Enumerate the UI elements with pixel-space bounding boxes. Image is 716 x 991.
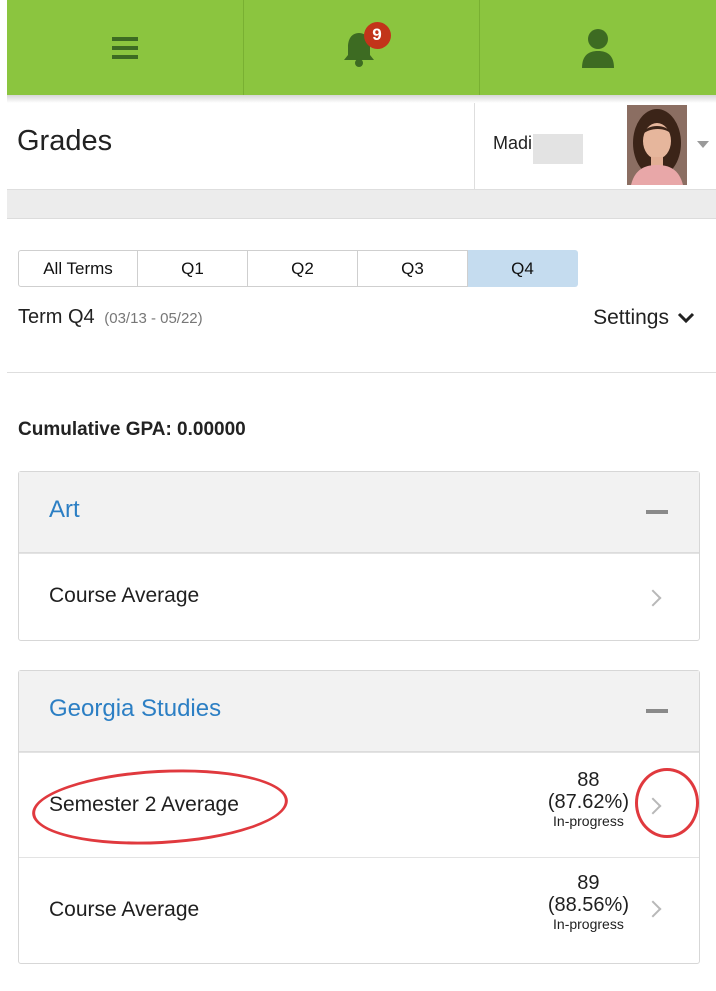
header-separator (7, 190, 716, 219)
divider (7, 372, 716, 373)
settings-label: Settings (593, 306, 669, 329)
profile-button[interactable] (479, 0, 716, 95)
grade-score: 88 (87.62%) In-progress (548, 769, 629, 830)
redacted-name (533, 134, 583, 164)
user-selector[interactable]: Madi (474, 103, 716, 189)
course-card-georgia-studies: Georgia Studies Semester 2 Average 88 (8… (18, 670, 700, 964)
settings-dropdown[interactable]: Settings (593, 306, 695, 330)
grade-score: 89 (88.56%) In-progress (548, 872, 629, 933)
term-label: Term Q4 (18, 306, 95, 328)
grade-row[interactable]: Semester 2 Average 88 (87.62%) In-progre… (19, 752, 699, 857)
chevron-right-icon[interactable] (644, 589, 662, 607)
top-nav-bar: 9 (7, 0, 716, 95)
tab-q2[interactable]: Q2 (248, 250, 358, 287)
notification-count-badge: 9 (363, 21, 391, 49)
current-term: Term Q4 (03/13 - 05/22) (18, 306, 203, 329)
course-card-art: Art Course Average (18, 471, 700, 641)
term-tabs: All Terms Q1 Q2 Q3 Q4 (18, 250, 578, 287)
tab-q3[interactable]: Q3 (358, 250, 468, 287)
tab-q4[interactable]: Q4 (468, 250, 578, 287)
term-dates: (03/13 - 05/22) (104, 310, 203, 327)
collapse-icon[interactable] (646, 709, 668, 713)
chevron-down-icon (677, 312, 695, 324)
course-title[interactable]: Georgia Studies (49, 695, 221, 723)
score-status: In-progress (553, 916, 624, 932)
course-header[interactable]: Art (19, 472, 699, 553)
grade-row[interactable]: Course Average 89 (88.56%) In-progress (19, 857, 699, 962)
score-value: 89 (577, 872, 600, 894)
avatar (627, 105, 687, 185)
grade-row-label: Semester 2 Average (49, 793, 239, 816)
course-header[interactable]: Georgia Studies (19, 671, 699, 752)
topbar-shadow (7, 95, 716, 103)
course-title[interactable]: Art (49, 496, 80, 524)
chevron-down-icon (697, 141, 709, 148)
grade-row[interactable]: Course Average (19, 553, 699, 640)
person-icon (582, 28, 615, 68)
page-header: Grades Madi (7, 103, 716, 190)
score-status: In-progress (553, 813, 624, 829)
tab-q1[interactable]: Q1 (138, 250, 248, 287)
page-title: Grades (17, 125, 113, 157)
score-percent: (87.62%) (547, 791, 629, 813)
grade-row-label: Course Average (49, 898, 200, 921)
notifications-button[interactable]: 9 (242, 0, 480, 95)
menu-button[interactable] (7, 0, 243, 95)
score-value: 88 (577, 769, 600, 791)
grade-row-label: Course Average (49, 584, 200, 607)
score-percent: (88.56%) (547, 894, 629, 916)
chevron-right-icon[interactable] (644, 900, 662, 918)
chevron-right-icon[interactable] (644, 797, 662, 815)
collapse-icon[interactable] (646, 510, 668, 514)
hamburger-menu-icon (111, 36, 138, 59)
cumulative-gpa: Cumulative GPA: 0.00000 (18, 419, 246, 440)
user-name: Madi (493, 133, 533, 153)
tab-all-terms[interactable]: All Terms (18, 250, 138, 287)
